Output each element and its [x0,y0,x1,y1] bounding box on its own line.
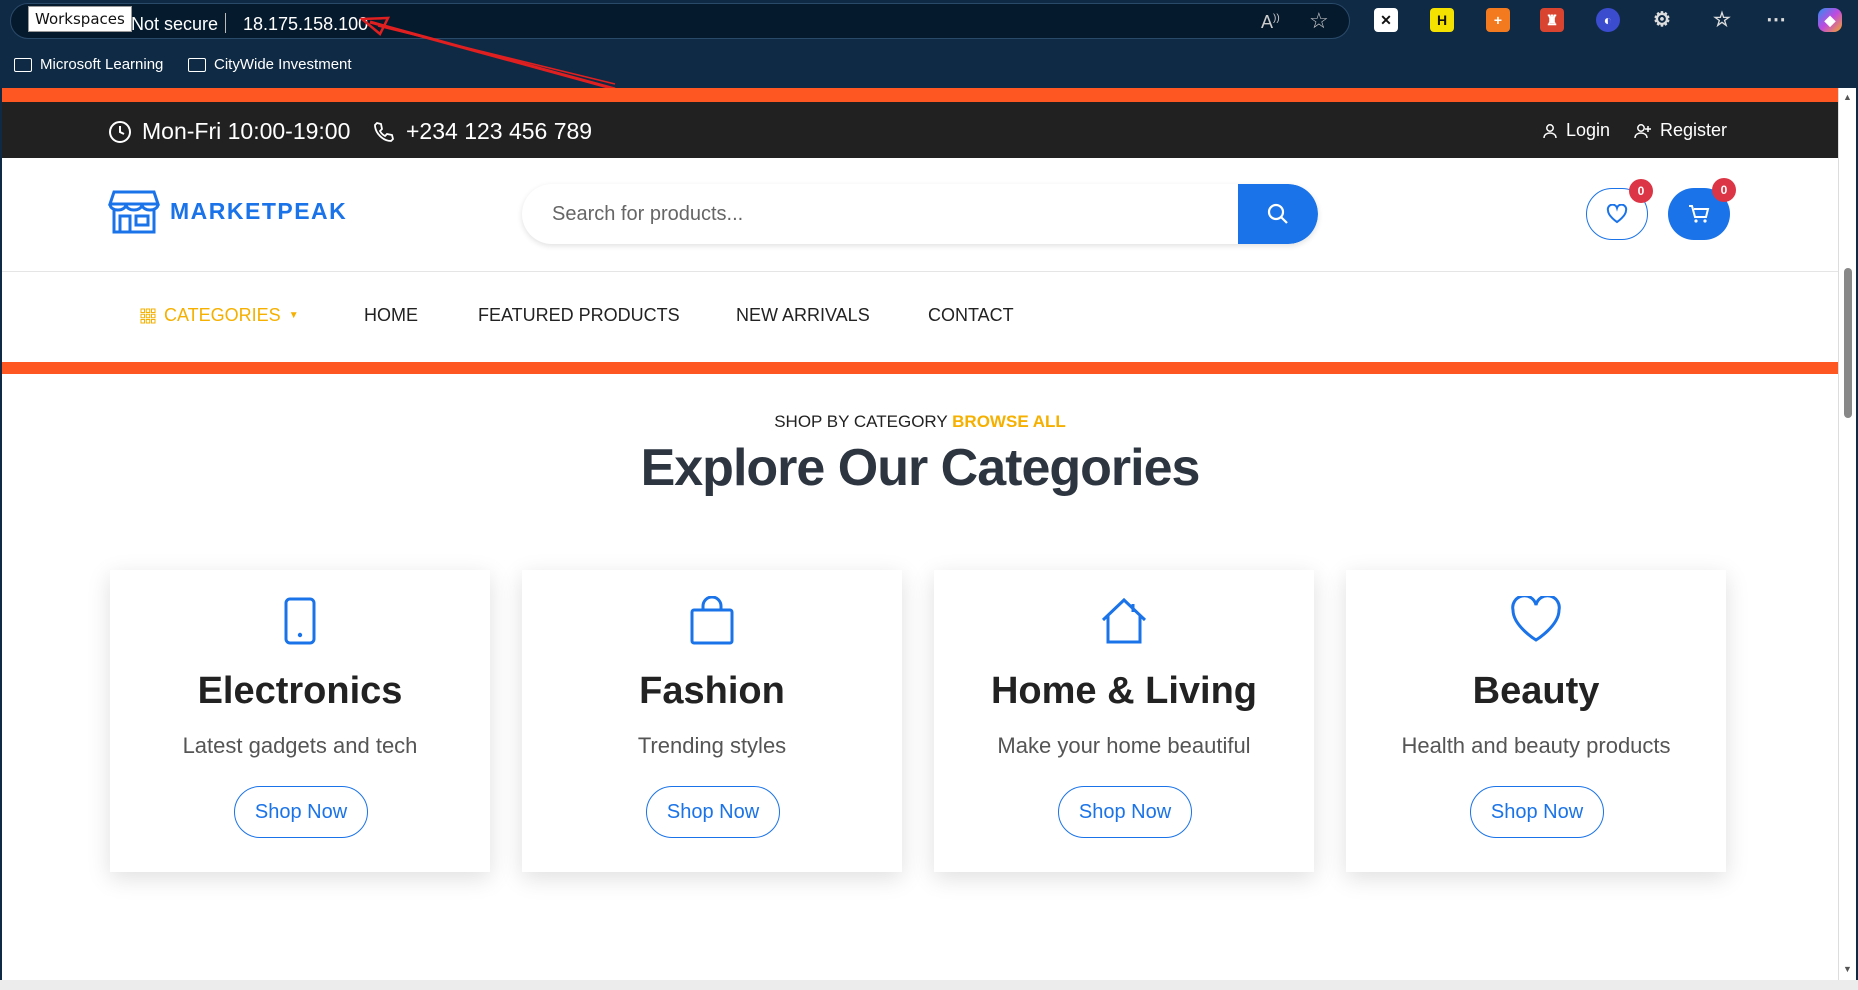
heart-icon [1606,204,1628,224]
vpn-extension-icon[interactable]: ◐ [1596,8,1620,32]
section-title: Explore Our Categories [640,439,1201,497]
category-name: Fashion [639,670,785,712]
search-input[interactable] [522,184,1236,244]
more-icon[interactable]: ⋯ [1764,8,1788,32]
category-card-fashion: Fashion Trending styles Shop Now [522,570,902,872]
h-extension-icon[interactable]: H [1430,8,1454,32]
category-card-electronics: Electronics Latest gadgets and tech Shop… [110,570,490,872]
clock-icon [109,120,131,143]
bookmark-label: CityWide Investment [214,56,352,73]
search-icon [1267,203,1288,224]
category-description: Make your home beautiful [997,733,1251,758]
favorites-icon[interactable]: ☆ [1710,8,1734,32]
phone-number: +234 123 456 789 [372,118,592,145]
workspaces-tooltip: Workspaces [28,6,132,32]
url-text[interactable]: 18.175.158.100 [243,14,368,35]
shop-now-button[interactable]: Shop Now [1470,786,1604,838]
bookmark-microsoft-learning[interactable]: Microsoft Learning [14,56,163,73]
search-box [522,184,1318,244]
cart-icon [1689,205,1710,223]
phone-call-icon [374,121,394,142]
copilot-icon[interactable]: ◆ [1818,8,1842,32]
grid-icon [140,308,156,323]
category-name: Home & Living [990,670,1258,712]
red-arrow-annotation [360,16,616,91]
caret-down-icon: ▼ [288,310,299,321]
scroll-thumb[interactable] [1844,268,1852,418]
browse-all-link[interactable]: BROWSE ALL [952,412,1066,431]
section-eyebrow: SHOP BY CATEGORY [774,412,948,431]
orange-divider [2,362,1838,374]
brand-name: MARKETPEAK [170,197,348,224]
brand-logo[interactable]: MARKETPEAK [108,188,347,234]
storefront-icon [108,190,160,234]
hours-text: Mon-Fri 10:00-19:00 [142,118,351,144]
bookmark-label: Microsoft Learning [40,56,164,73]
taskbar-strip [0,980,1858,990]
phone-text: +234 123 456 789 [406,118,593,144]
main-nav: CATEGORIES ▼ HOME FEATURED PRODUCTS NEW … [2,272,1838,362]
categories-label: CATEGORIES [164,305,281,325]
scroll-down-icon[interactable]: ▼ [1843,964,1852,974]
login-link[interactable]: Login [1542,120,1610,141]
shopping-bag-icon [690,596,734,645]
scroll-up-icon[interactable]: ▲ [1843,92,1852,102]
top-info-bar: Mon-Fri 10:00-19:00 +234 123 456 789 Log… [2,102,1838,158]
plus-extension-icon[interactable]: + [1486,8,1510,32]
heart-icon [1511,596,1561,642]
cart-button[interactable]: 0 [1668,178,1736,240]
login-label: Login [1566,120,1611,140]
site-header: MARKETPEAK 0 0 [2,158,1838,272]
category-description: Latest gadgets and tech [182,733,418,758]
address-separator [225,13,226,33]
security-label[interactable]: Not secure [131,14,218,35]
wishlist-count-badge: 0 [1629,179,1653,203]
nav-contact[interactable]: CONTACT [928,305,1014,326]
register-link[interactable]: Register [1634,120,1727,141]
nav-home[interactable]: HOME [364,305,418,326]
category-card-home-living: Home & Living Make your home beautiful S… [934,570,1314,872]
search-button[interactable] [1238,184,1318,244]
section-subtitle: SHOP BY CATEGORY BROWSE ALL [2,412,1838,432]
shop-now-button[interactable]: Shop Now [646,786,780,838]
nav-new-arrivals[interactable]: NEW ARRIVALS [736,305,870,326]
browser-chrome: Not secure 18.175.158.100 A)) ☆ Workspac… [0,0,1858,91]
castle-extension-icon[interactable]: ♜ [1540,8,1564,32]
business-hours: Mon-Fri 10:00-19:00 [108,118,350,145]
house-icon [1101,597,1147,644]
shop-now-button[interactable]: Shop Now [234,786,368,838]
puzzle-icon[interactable]: ⚙ [1650,8,1674,32]
star-icon[interactable]: ☆ [1309,8,1329,34]
bookmark-citywide-investment[interactable]: CityWide Investment [188,56,352,73]
orange-top-strip [2,88,1838,102]
category-card-beauty: Beauty Health and beauty products Shop N… [1346,570,1726,872]
register-label: Register [1660,120,1728,140]
cart-count-badge: 0 [1712,178,1736,202]
x-extension-icon[interactable]: ✕ [1374,8,1398,32]
nav-featured-products[interactable]: FEATURED PRODUCTS [478,305,680,326]
page-scrollbar[interactable]: ▲ ▼ [1838,88,1856,980]
category-description: Trending styles [637,733,787,758]
address-bar[interactable]: Not secure 18.175.158.100 A)) ☆ [10,3,1350,39]
user-icon [1543,123,1557,138]
categories-dropdown[interactable]: CATEGORIES ▼ [140,305,299,326]
user-plus-icon [1634,123,1651,138]
folder-icon [188,57,206,72]
category-name: Electronics [197,670,403,712]
read-aloud-icon[interactable]: A)) [1261,12,1280,33]
phone-icon [284,597,316,645]
shop-now-button[interactable]: Shop Now [1058,786,1192,838]
folder-icon [14,57,32,72]
web-page: Mon-Fri 10:00-19:00 +234 123 456 789 Log… [2,88,1838,980]
category-name: Beauty [1472,670,1600,712]
category-description: Health and beauty products [1401,733,1671,758]
wishlist-button[interactable]: 0 [1586,179,1653,240]
